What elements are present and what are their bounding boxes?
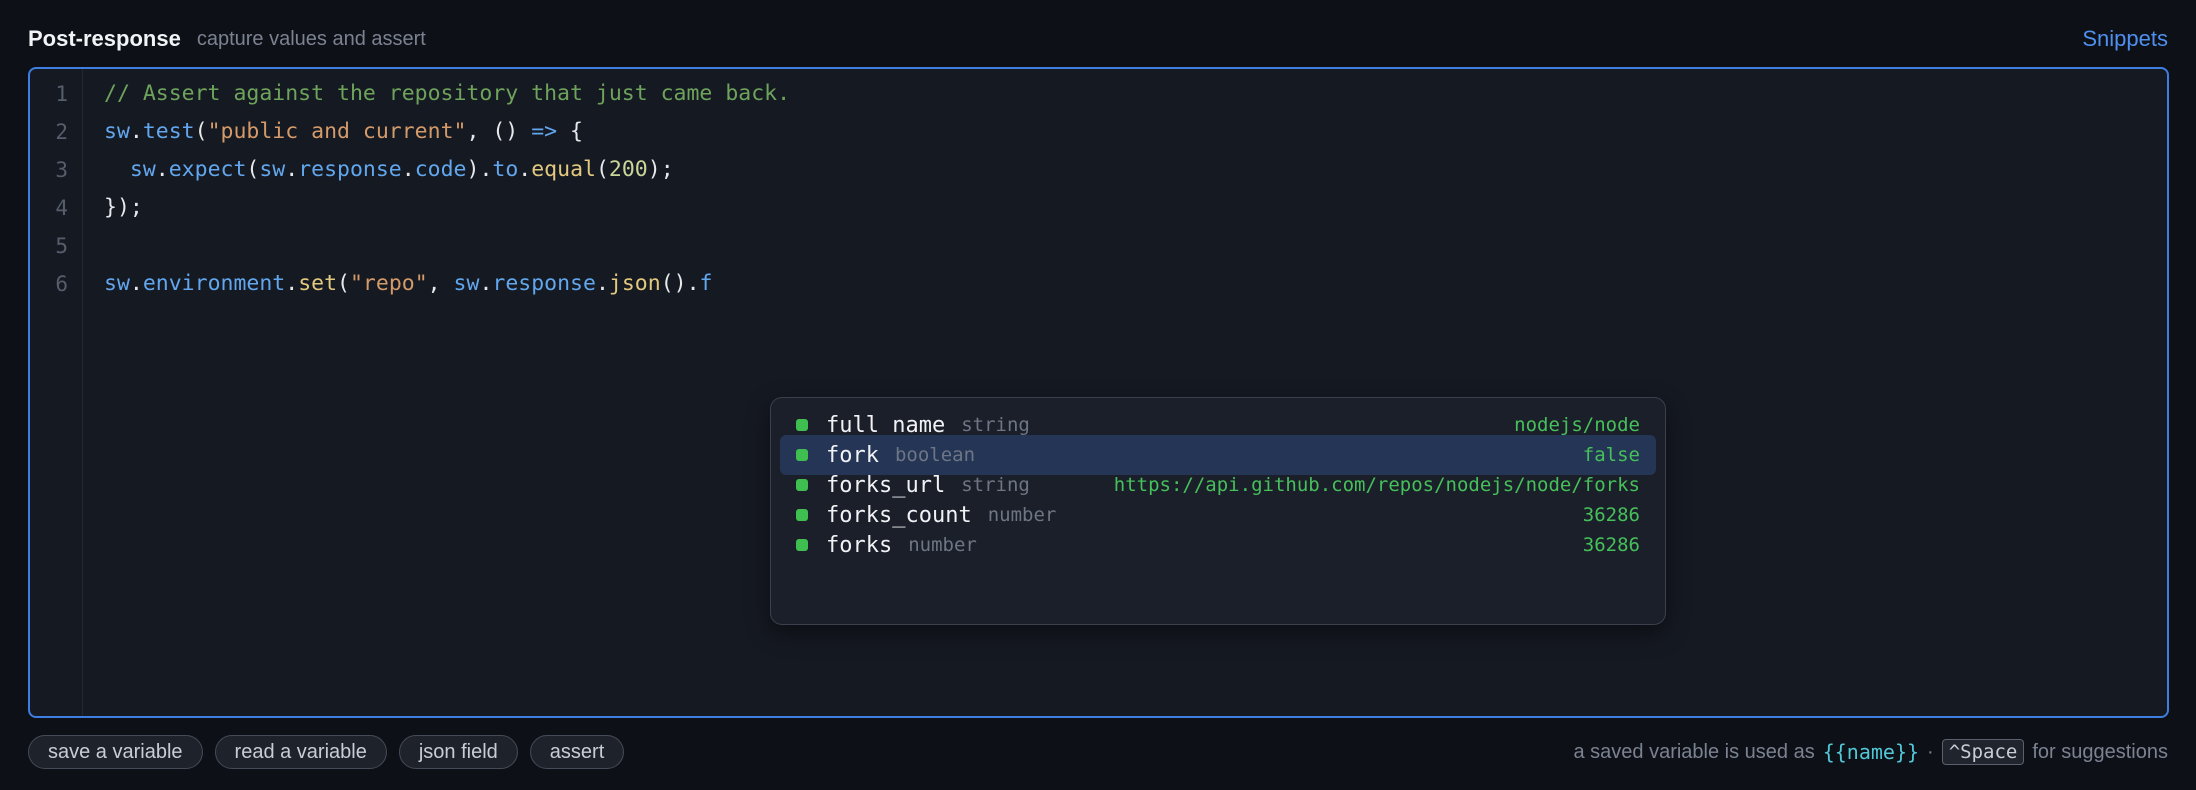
code-token: sw — [104, 271, 130, 296]
code-token: ). — [466, 157, 493, 182]
line-number: 1 — [55, 82, 68, 106]
line-number: 6 — [55, 272, 68, 296]
field-value: 36286 — [1582, 504, 1640, 526]
code-token: equal — [531, 157, 596, 182]
footer-bar: save a variable read a variable json field… — [28, 734, 2168, 770]
code-token: . — [401, 157, 415, 182]
code-token: ( — [595, 157, 609, 182]
hint-shortcut-key: ^Space — [1941, 739, 2025, 765]
panel-title: Post-response — [28, 26, 181, 51]
panel-subtitle: capture values and assert — [196, 27, 426, 50]
line-number: 4 — [55, 196, 68, 220]
code-token: ( — [246, 157, 260, 182]
field-kind-icon — [796, 509, 808, 521]
code-line[interactable]: }); — [104, 189, 143, 227]
field-value: https://api.github.com/repos/nodejs/node… — [1113, 474, 1640, 496]
field-value: false — [1582, 444, 1640, 466]
field-name: forks — [826, 532, 893, 558]
hint-variable-syntax: {{name}} — [1822, 740, 1920, 764]
code-token: set — [298, 271, 338, 296]
panel-header: Post-response capture values and assert … — [28, 22, 2168, 56]
usage-hint: a saved variable is used as {{name}} · ^… — [1573, 739, 2168, 765]
code-token: // Assert against the repository that ju… — [104, 81, 791, 106]
code-line[interactable]: // Assert against the repository that ju… — [104, 75, 790, 113]
code-token: , () — [466, 119, 532, 144]
field-type: number — [987, 504, 1057, 526]
code-token: 200 — [608, 157, 648, 182]
code-token: . — [129, 271, 143, 296]
code-token: { — [557, 119, 583, 144]
snippets-link[interactable]: Snippets — [2082, 26, 2168, 52]
code-token: test — [142, 119, 195, 144]
code-token: . — [285, 157, 299, 182]
code-token: f — [699, 271, 713, 296]
code-token: ); — [647, 157, 674, 182]
field-kind-icon — [796, 449, 808, 461]
code-token: (). — [660, 271, 700, 296]
line-number: 3 — [55, 158, 68, 182]
code-token: "repo" — [349, 271, 428, 296]
line-gutter: 1 2 3 4 5 6 — [30, 69, 83, 716]
code-token: sw — [104, 119, 130, 144]
code-token: code — [414, 157, 467, 182]
autocomplete-popup: full_name string nodejs/node fork boolean fal… — [770, 397, 1666, 625]
code-token: . — [129, 119, 143, 144]
code-token: ( — [337, 271, 350, 296]
chip-save-a-variable[interactable]: save a variable — [28, 735, 203, 769]
field-value: 36286 — [1582, 534, 1640, 556]
code-token: }); — [104, 195, 143, 220]
field-name: fork — [826, 442, 879, 468]
code-token: . — [155, 157, 169, 182]
code-line[interactable]: sw.test("public and current", () => { — [104, 113, 583, 151]
snippet-chips: save a variable read a variable json field… — [28, 735, 636, 769]
field-type: boolean — [894, 444, 976, 466]
code-token: . — [518, 157, 532, 182]
hint-separator: · — [1927, 740, 1934, 763]
field-name: full_name — [826, 412, 946, 438]
field-name: forks_url — [826, 472, 946, 498]
code-token: response — [298, 157, 402, 182]
autocomplete-item-forks[interactable]: forks number 36286 — [780, 525, 1656, 565]
field-type: string — [961, 414, 1030, 436]
hint-prefix: a saved variable is used as — [1573, 740, 1815, 763]
code-token: to — [492, 157, 519, 182]
code-line[interactable]: sw.environment.set("repo", sw.response.j… — [104, 265, 712, 303]
field-kind-icon — [796, 539, 808, 551]
code-token: environment — [142, 271, 286, 296]
code-token: sw — [129, 157, 156, 182]
line-number: 2 — [55, 120, 68, 144]
line-number: 5 — [55, 234, 68, 258]
chip-assert[interactable]: assert — [529, 735, 625, 769]
code-token: json — [608, 271, 661, 296]
chip-read-a-variable[interactable]: read a variable — [214, 735, 387, 769]
field-kind-icon — [796, 479, 808, 491]
field-type: string — [961, 474, 1030, 496]
field-kind-icon — [796, 419, 808, 431]
code-token: sw — [259, 157, 286, 182]
code-token: , — [427, 271, 454, 296]
code-editor[interactable]: 1 2 3 4 5 6 // Assert against the repository … — [28, 67, 2169, 718]
code-token: . — [479, 271, 493, 296]
code-token: . — [595, 271, 609, 296]
code-token: => — [531, 119, 558, 144]
code-token: ( — [194, 119, 208, 144]
code-line[interactable]: sw.expect(sw.response.code).to.equal(200… — [104, 151, 674, 189]
field-name: forks_count — [826, 502, 972, 528]
code-token: expect — [168, 157, 247, 182]
code-token: response — [492, 271, 596, 296]
code-token: sw — [453, 271, 480, 296]
field-value: nodejs/node — [1514, 414, 1640, 436]
chip-json-field[interactable]: json field — [398, 735, 518, 769]
code-token: . — [285, 271, 299, 296]
hint-suffix: for suggestions — [2032, 740, 2168, 763]
code-token: "public and current" — [207, 119, 467, 144]
field-type: number — [908, 534, 977, 556]
